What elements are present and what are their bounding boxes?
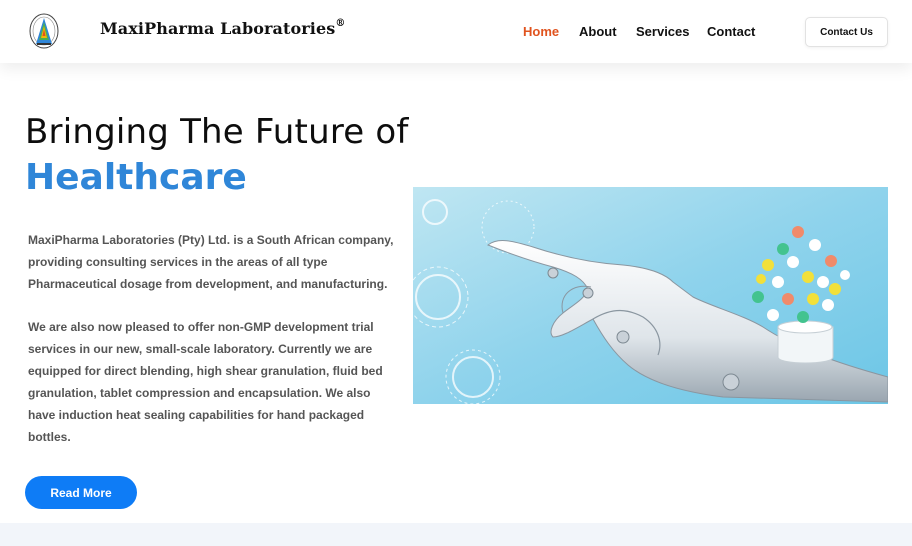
robot-hand-with-pills-image xyxy=(413,187,888,404)
read-more-button[interactable]: Read More xyxy=(25,476,137,509)
hero-paragraph-2: We are also now pleased to offer non-GMP… xyxy=(28,320,383,444)
nav-contact[interactable]: Contact xyxy=(707,24,755,39)
nav-about[interactable]: About xyxy=(579,24,617,39)
registered-mark: ® xyxy=(335,17,346,29)
nav-home[interactable]: Home xyxy=(523,24,559,39)
next-section-band xyxy=(0,523,912,546)
hero-title-highlight: Healthcare xyxy=(25,157,247,198)
hero-title: Bringing The Future of xyxy=(25,112,409,152)
brand-name[interactable]: MaxiPharma Laboratories® xyxy=(100,17,346,38)
contact-us-button[interactable]: Contact Us xyxy=(805,17,888,47)
nav-services[interactable]: Services xyxy=(636,24,690,39)
brand-text: MaxiPharma Laboratories xyxy=(100,19,336,38)
site-header: MaxiPharma Laboratories® Home About Serv… xyxy=(0,0,912,63)
company-logo-icon[interactable] xyxy=(28,12,60,50)
hero-paragraph-1: MaxiPharma Laboratories (Pty) Ltd. is a … xyxy=(28,233,394,291)
